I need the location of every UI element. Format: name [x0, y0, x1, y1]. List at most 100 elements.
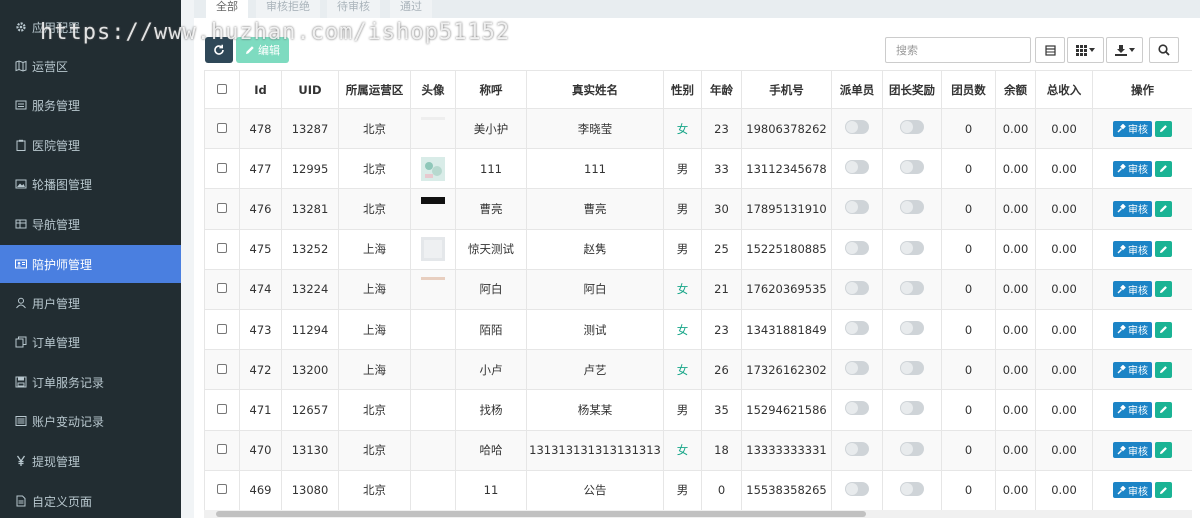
column-header-4[interactable]: 称呼: [455, 70, 527, 109]
table-row[interactable]: 470 13130 北京 哈哈 131313131313131313 女 18 1333333…: [204, 429, 1192, 471]
leader-reward-toggle[interactable]: [900, 481, 924, 496]
leader-reward-toggle[interactable]: [900, 321, 924, 336]
row-edit-button[interactable]: [1155, 361, 1172, 378]
column-header-10[interactable]: 团长奖励: [882, 70, 942, 109]
table-row[interactable]: 469 13080 北京 11 公告男 0 15538358265 0 0.00 0.00 审核: [204, 469, 1192, 510]
column-header-14[interactable]: 操作: [1092, 70, 1192, 109]
select-all-checkbox[interactable]: [217, 83, 227, 94]
horizontal-scrollbar[interactable]: [204, 510, 1192, 518]
export-dropdown-button[interactable]: [1106, 37, 1143, 63]
table-row[interactable]: 477 12995 北京 111 111 男 33 13112345678 0 0.00 0.00 审…: [204, 148, 1192, 190]
tab-0[interactable]: 全部: [206, 0, 248, 18]
dispatcher-toggle[interactable]: [845, 120, 869, 135]
column-header-13[interactable]: 总收入: [1035, 70, 1093, 109]
dispatcher-toggle[interactable]: [845, 441, 869, 456]
dispatcher-toggle[interactable]: [845, 321, 869, 336]
row-edit-button[interactable]: [1155, 442, 1172, 459]
audit-button[interactable]: 审核: [1113, 361, 1152, 378]
table-row[interactable]: 478 13287 北京 美小护 李晓莹女 23 19806378262 0 0.00 0.00 审…: [204, 107, 1192, 150]
sidebar-item-6[interactable]: 陪护师管理: [0, 245, 181, 283]
column-header-9[interactable]: 派单员: [831, 70, 883, 109]
row-edit-button[interactable]: [1155, 160, 1172, 177]
tab-3[interactable]: 通过: [390, 0, 432, 18]
audit-button[interactable]: 审核: [1113, 401, 1152, 418]
dispatcher-toggle[interactable]: [845, 240, 869, 255]
row-checkbox[interactable]: [217, 403, 227, 414]
audit-button[interactable]: 审核: [1113, 120, 1152, 137]
row-checkbox[interactable]: [217, 202, 227, 213]
leader-reward-toggle[interactable]: [900, 160, 924, 175]
column-header-8[interactable]: 手机号: [741, 70, 832, 109]
leader-reward-toggle[interactable]: [900, 240, 924, 255]
column-header-0[interactable]: Id: [239, 70, 282, 109]
sidebar-item-0[interactable]: 应用配置: [0, 8, 181, 46]
leader-reward-toggle[interactable]: [900, 401, 924, 416]
row-edit-button[interactable]: [1155, 120, 1172, 137]
row-edit-button[interactable]: [1155, 281, 1172, 298]
audit-button[interactable]: 审核: [1113, 442, 1152, 459]
leader-reward-toggle[interactable]: [900, 200, 924, 215]
sidebar-item-10[interactable]: 账户变动记录: [0, 402, 181, 440]
column-header-1[interactable]: UID: [281, 70, 339, 109]
audit-button[interactable]: 审核: [1113, 321, 1152, 338]
tab-1[interactable]: 审核拒绝: [256, 0, 320, 18]
column-header-7[interactable]: 年龄: [701, 70, 742, 109]
row-edit-button[interactable]: [1155, 321, 1172, 338]
leader-reward-toggle[interactable]: [900, 441, 924, 456]
column-header-2[interactable]: 所属运营区: [338, 70, 411, 109]
search-button[interactable]: [1149, 37, 1179, 63]
row-checkbox[interactable]: [217, 243, 227, 254]
column-header-6[interactable]: 性别: [663, 70, 702, 109]
dispatcher-toggle[interactable]: [845, 280, 869, 295]
scrollbar-thumb[interactable]: [216, 511, 866, 517]
row-edit-button[interactable]: [1155, 401, 1172, 418]
dispatcher-toggle[interactable]: [845, 160, 869, 175]
audit-button[interactable]: 审核: [1113, 200, 1152, 217]
refresh-button[interactable]: [205, 37, 233, 63]
row-checkbox[interactable]: [217, 162, 227, 173]
sidebar-item-2[interactable]: 服务管理: [0, 86, 181, 124]
sidebar-item-8[interactable]: 订单管理: [0, 323, 181, 361]
column-header-12[interactable]: 余额: [995, 70, 1036, 109]
tab-2[interactable]: 待审核: [327, 0, 380, 18]
table-row[interactable]: 476 13281 北京 曹亮 曹亮男 30 17895131910 0 0.00 0.00 审核: [204, 188, 1192, 230]
row-edit-button[interactable]: [1155, 200, 1172, 217]
columns-dropdown-button[interactable]: [1067, 37, 1104, 63]
sidebar-item-12[interactable]: 自定义页面: [0, 482, 181, 518]
sidebar-item-11[interactable]: 提现管理: [0, 442, 181, 480]
column-header-5[interactable]: 真实姓名: [526, 70, 664, 109]
row-edit-button[interactable]: [1155, 482, 1172, 499]
row-edit-button[interactable]: [1155, 241, 1172, 258]
table-row[interactable]: 475 13252 上海 惊天测试 赵隽男 25 15225180885 0 0.00 0.00 审…: [204, 228, 1192, 270]
leader-reward-toggle[interactable]: [900, 120, 924, 135]
table-row[interactable]: 472 13200 上海 小卢 卢艺女 26 17326162302 0 0.00 0.00 审核: [204, 349, 1192, 391]
dispatcher-toggle[interactable]: [845, 481, 869, 496]
column-header-11[interactable]: 团员数: [941, 70, 996, 109]
audit-button[interactable]: 审核: [1113, 241, 1152, 258]
sidebar-item-3[interactable]: 医院管理: [0, 126, 181, 164]
toggle-view-button[interactable]: [1035, 37, 1065, 63]
sidebar-item-1[interactable]: 运营区: [0, 47, 181, 85]
table-row[interactable]: 471 12657 北京 找杨 杨某某男 35 15294621586 0 0.00 0.00 审核: [204, 389, 1192, 431]
audit-button[interactable]: 审核: [1113, 281, 1152, 298]
table-row[interactable]: 473 11294 上海 陌陌 测试女 23 13431881849 0 0.00 0.00 审核: [204, 308, 1192, 351]
row-checkbox[interactable]: [217, 444, 227, 455]
audit-button[interactable]: 审核: [1113, 160, 1152, 177]
sidebar-item-9[interactable]: 订单服务记录: [0, 363, 181, 401]
search-input[interactable]: [885, 37, 1031, 63]
edit-button[interactable]: 编辑: [236, 37, 289, 63]
audit-button[interactable]: 审核: [1113, 482, 1152, 499]
table-row[interactable]: 474 13224 上海 阿白 阿白女 21 17620369535 0 0.00 0.00 审核: [204, 268, 1192, 310]
leader-reward-toggle[interactable]: [900, 361, 924, 376]
row-checkbox[interactable]: [217, 323, 227, 334]
dispatcher-toggle[interactable]: [845, 401, 869, 416]
column-header-3[interactable]: 头像: [410, 70, 456, 109]
leader-reward-toggle[interactable]: [900, 280, 924, 295]
sidebar-item-4[interactable]: 轮播图管理: [0, 165, 181, 203]
sidebar-item-5[interactable]: 导航管理: [0, 205, 181, 243]
row-checkbox[interactable]: [217, 283, 227, 294]
dispatcher-toggle[interactable]: [845, 200, 869, 215]
row-checkbox[interactable]: [217, 122, 227, 133]
row-checkbox[interactable]: [217, 363, 227, 374]
sidebar-item-7[interactable]: 用户管理: [0, 284, 181, 322]
